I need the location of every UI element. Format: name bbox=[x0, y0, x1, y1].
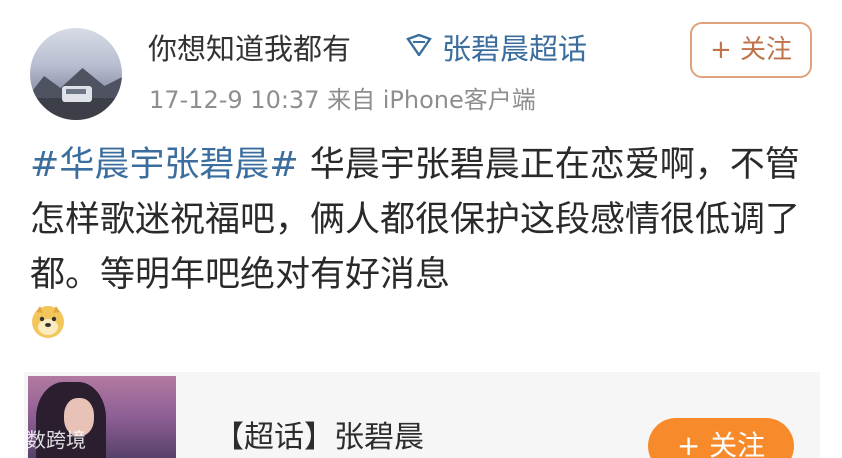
super-topic-follow-button[interactable]: + 关注 bbox=[648, 418, 794, 458]
super-topic-title: 【超话】张碧晨 bbox=[214, 420, 424, 455]
weibo-post-screen: 你想知道我都有 张碧晨超话 17-12-9 10:37 来自 iPhone客户端… bbox=[0, 0, 842, 458]
doge-emoji-icon bbox=[32, 306, 64, 338]
avatar[interactable] bbox=[30, 28, 122, 120]
follow-button[interactable]: + 关注 bbox=[690, 22, 812, 78]
hashtag-link[interactable]: #华晨宇张碧晨# bbox=[30, 145, 299, 185]
username[interactable]: 你想知道我都有 bbox=[148, 26, 351, 68]
super-topic-card[interactable]: 【超话】张碧晨 + 关注 bbox=[24, 372, 820, 458]
avatar-van bbox=[62, 86, 92, 102]
post-body: #华晨宇张碧晨# 华晨宇张碧晨正在恋爱啊，不管怎样歌迷祝福吧，俩人都很保护这段感… bbox=[30, 138, 820, 303]
watermark: 六数跨境 bbox=[6, 428, 86, 452]
super-topic-link[interactable]: 张碧晨超话 bbox=[442, 26, 587, 68]
super-topic-icon bbox=[406, 34, 432, 56]
post-meta: 17-12-9 10:37 来自 iPhone客户端 bbox=[149, 86, 536, 114]
